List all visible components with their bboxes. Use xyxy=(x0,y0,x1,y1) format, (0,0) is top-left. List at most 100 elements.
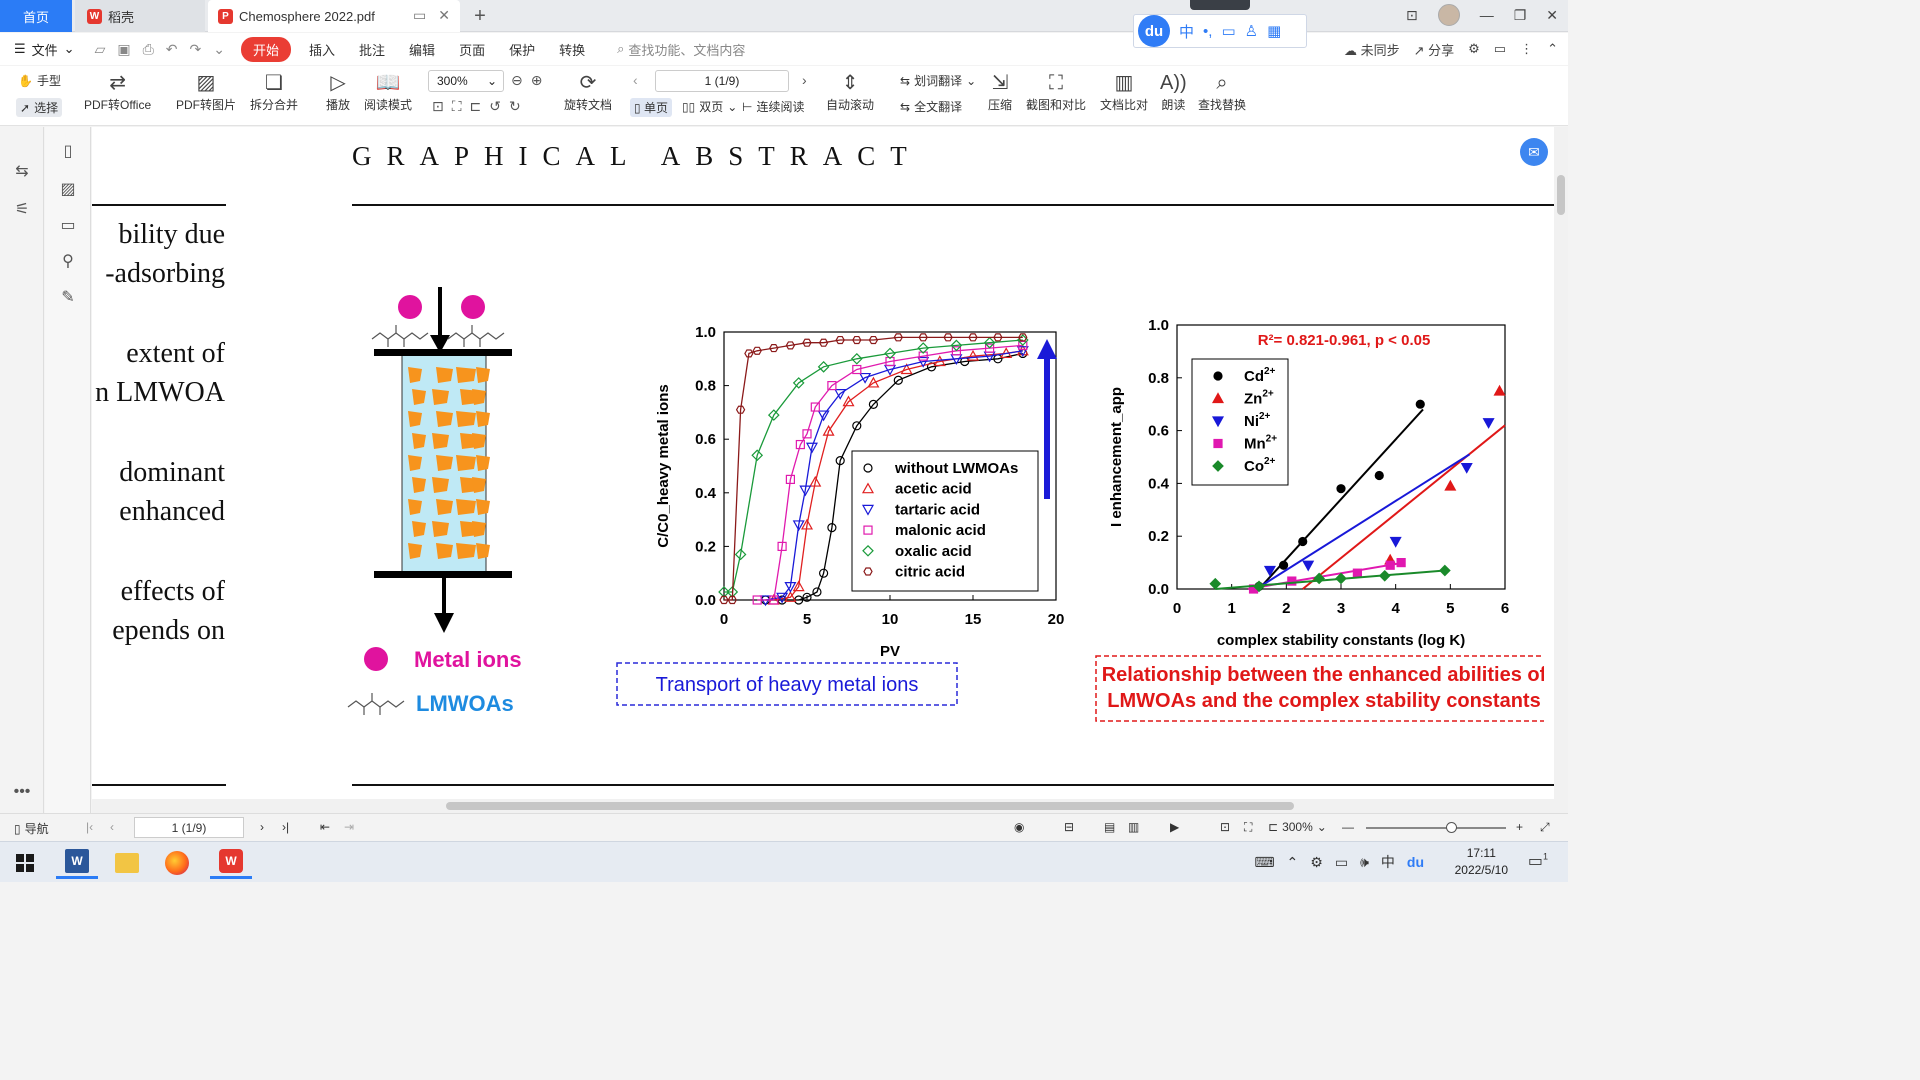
status-zoom-select[interactable]: ⊏ 300% ⌄ xyxy=(1268,820,1327,834)
back-button[interactable]: ⇤ xyxy=(320,820,330,834)
forward-button[interactable]: ⇥ xyxy=(344,820,354,834)
split-merge-button[interactable]: ❏ 拆分合并 xyxy=(250,70,298,113)
avatar[interactable] xyxy=(1437,4,1460,26)
comment-icon[interactable]: ▭ xyxy=(45,215,91,235)
select-tool[interactable]: ➚ 选择 xyxy=(16,98,63,117)
ime-lang-toggle[interactable]: 中 xyxy=(1179,21,1194,42)
compress-button[interactable]: ⇲ 压缩 xyxy=(988,70,1012,113)
notification-button[interactable]: ▭1 xyxy=(1528,851,1548,871)
bookmark-icon[interactable]: ▯ xyxy=(45,141,91,161)
pin-icon[interactable]: ▭ xyxy=(413,7,426,24)
minimize-button[interactable]: — xyxy=(1480,7,1494,23)
status-page-input[interactable]: 1 (1/9) xyxy=(134,817,244,838)
zoom-in-button[interactable]: + xyxy=(1516,820,1523,834)
taskbar-word[interactable]: W xyxy=(56,846,98,879)
vertical-scrollbar[interactable] xyxy=(1554,127,1568,813)
play-button[interactable]: ▶ xyxy=(1170,820,1179,834)
translate-side-icon[interactable]: ⇆ xyxy=(0,161,44,181)
zoom-out-icon[interactable]: ⊖ xyxy=(511,72,523,89)
rotate-right-icon[interactable]: ↻ xyxy=(509,98,521,115)
close-tab-icon[interactable]: ✕ xyxy=(438,7,450,24)
double-page-button[interactable]: ▯▯ 双页 ⌄ xyxy=(682,98,737,115)
volume-icon[interactable]: 🕪 xyxy=(1360,854,1369,871)
share-button[interactable]: ↗ 分享 xyxy=(1414,40,1455,59)
hand-tool[interactable]: ✋ 手型 xyxy=(18,72,61,89)
last-page-button[interactable]: ›| xyxy=(282,820,289,834)
zoom-slider-knob[interactable] xyxy=(1446,822,1457,833)
horizontal-scrollbar[interactable] xyxy=(92,799,1554,813)
collapse-icon[interactable]: ⌃ xyxy=(1547,41,1558,57)
actual-size-icon[interactable]: ⊡ xyxy=(432,98,444,115)
sliders-icon[interactable]: ⚟ xyxy=(0,199,44,219)
layout-icon[interactable]: ⊡ xyxy=(1406,7,1418,24)
attachment-icon[interactable]: ⚲ xyxy=(45,251,91,271)
print-icon[interactable]: ⎙ xyxy=(143,41,154,58)
punctuation-icon[interactable]: •, xyxy=(1203,23,1212,40)
menu-protect[interactable]: 保护 xyxy=(497,40,547,59)
menu-insert[interactable]: 插入 xyxy=(297,40,347,59)
menu-edit[interactable]: 编辑 xyxy=(397,40,447,59)
fit-width-button[interactable]: ⊟ xyxy=(1064,820,1074,834)
thumbnail-icon[interactable]: ▨ xyxy=(45,179,91,199)
actual-size-button[interactable]: ⊡ xyxy=(1220,820,1230,834)
search-input[interactable]: ⌕ 查找功能、文档内容 xyxy=(617,40,745,59)
save-icon[interactable]: ▣ xyxy=(117,41,130,58)
pdf-to-image-button[interactable]: ▨ PDF转图片 xyxy=(176,70,236,113)
signature-icon[interactable]: ✎ xyxy=(45,287,91,307)
zoom-out-button[interactable]: — xyxy=(1342,820,1354,834)
restore-button[interactable]: ❐ xyxy=(1514,7,1527,24)
system-clock[interactable]: 17:11 2022/5/10 xyxy=(1455,845,1508,879)
document-compare-button[interactable]: ▥ 文档比对 xyxy=(1100,70,1148,113)
double-view-button[interactable]: ▥ xyxy=(1128,820,1139,834)
navigation-toggle[interactable]: ▯ 导航 xyxy=(14,820,49,837)
rotate-document-button[interactable]: ⟳ 旋转文档 xyxy=(564,70,612,113)
comment-icon[interactable]: ▭ xyxy=(1494,41,1506,57)
first-page-button[interactable]: |‹ xyxy=(86,820,93,834)
floating-widget[interactable] xyxy=(1190,0,1250,10)
user-icon[interactable]: ♙ xyxy=(1245,22,1258,40)
prev-page-icon[interactable]: ‹ xyxy=(633,72,638,88)
settings-icon[interactable]: ⚙ xyxy=(1468,41,1480,57)
redo-icon[interactable]: ↷ xyxy=(190,41,202,58)
ai-assistant-button[interactable]: ✉ xyxy=(1520,138,1548,166)
play-button[interactable]: ▷ 播放 xyxy=(326,70,350,113)
fullscreen-button[interactable]: ⤢ xyxy=(1540,820,1550,835)
taskbar-wps[interactable]: W xyxy=(210,846,252,879)
more-icon[interactable]: ••• xyxy=(0,783,44,801)
more-quick-icon[interactable]: ⌄ xyxy=(213,41,225,58)
next-page-icon[interactable]: › xyxy=(802,72,807,88)
zoom-slider[interactable] xyxy=(1366,822,1506,833)
fit-page-button[interactable]: ⛶ xyxy=(1244,820,1252,835)
skin-icon[interactable]: ▭ xyxy=(1221,22,1235,40)
pdf-to-office-button[interactable]: ⇄ PDF转Office xyxy=(84,70,151,113)
file-menu[interactable]: ☰ 文件 ⌄ xyxy=(0,40,85,59)
single-view-button[interactable]: ▤ xyxy=(1104,820,1115,834)
tab-home[interactable]: 首页 xyxy=(0,0,72,32)
baidu-ime-logo[interactable]: du xyxy=(1138,15,1170,47)
screenshot-compare-button[interactable]: ⛶ 截图和对比 xyxy=(1026,70,1086,113)
word-translate-button[interactable]: ⇆ 划词翻译 ⌄ xyxy=(900,72,976,89)
baidu-tray-icon[interactable]: du xyxy=(1407,854,1424,870)
next-page-button[interactable]: › xyxy=(260,820,264,834)
sync-button[interactable]: ☁ 未同步 xyxy=(1344,40,1400,59)
menu-convert[interactable]: 转换 xyxy=(547,40,597,59)
fit-page-icon[interactable]: ⛶ xyxy=(452,98,462,115)
find-replace-button[interactable]: ⌕ 查找替换 xyxy=(1198,70,1246,113)
horizontal-scroll-thumb[interactable] xyxy=(446,802,1294,810)
network-icon[interactable]: ⚙ xyxy=(1310,854,1323,871)
more-icon[interactable]: ⋮ xyxy=(1520,41,1533,57)
menu-start[interactable]: 开始 xyxy=(241,36,292,62)
zoom-in-icon[interactable]: ⊕ xyxy=(531,72,543,89)
full-translate-button[interactable]: ⇆ 全文翻译 xyxy=(900,98,962,115)
start-button[interactable] xyxy=(4,846,46,879)
chevron-up-icon[interactable]: ⌃ xyxy=(1287,854,1299,871)
eye-protection-button[interactable]: ◉ xyxy=(1014,820,1024,834)
vertical-scroll-thumb[interactable] xyxy=(1557,175,1565,215)
reading-mode-button[interactable]: 📖 阅读模式 xyxy=(364,70,412,113)
taskbar-firefox[interactable] xyxy=(156,846,198,879)
document-page[interactable]: GRAPHICAL ABSTRACT bility due -adsorbing… xyxy=(92,127,1554,799)
auto-scroll-button[interactable]: ⇕ 自动滚动 xyxy=(826,70,874,113)
read-aloud-button[interactable]: A)) 朗读 xyxy=(1160,70,1187,113)
menu-page[interactable]: 页面 xyxy=(447,40,497,59)
single-page-button[interactable]: ▯ 单页 xyxy=(630,98,672,117)
